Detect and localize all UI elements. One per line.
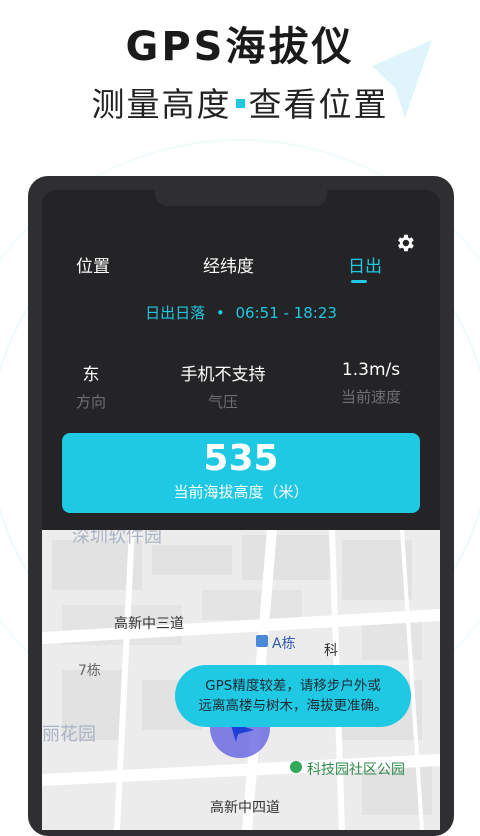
toast-line-2: 远离高楼与树木，海拔更准确。 bbox=[198, 698, 388, 714]
map-block-number: 7栋 bbox=[78, 663, 101, 679]
stat-direction: 东 方向 bbox=[42, 360, 156, 412]
speed-label: 当前速度 bbox=[340, 388, 401, 406]
stat-speed: 1.3m/s 当前速度 bbox=[306, 360, 436, 407]
speed-value: 1.3m/s bbox=[341, 360, 401, 380]
stat-pressure: 手机不支持 气压 bbox=[158, 360, 288, 412]
pressure-value: 手机不支持 bbox=[180, 365, 266, 385]
sunrise-sunset-row: 日出日落 • 06:51 - 18:23 bbox=[42, 302, 440, 323]
gear-icon[interactable] bbox=[394, 232, 416, 254]
gps-accuracy-toast: GPS精度较差，请移步户外或 远离高楼与树木，海拔更准确。 bbox=[175, 665, 411, 727]
tab-bar: 位置 经纬度 日出 bbox=[42, 252, 440, 282]
separator-dot bbox=[235, 99, 245, 108]
sunrise-sunset-label: 日出日落 bbox=[145, 304, 206, 322]
sunrise-sunset-times: 06:51 - 18:23 bbox=[235, 304, 337, 322]
pressure-label: 气压 bbox=[207, 393, 238, 411]
sunrise-separator: • bbox=[215, 304, 225, 322]
map-faded-label-garden: 丽花园 bbox=[42, 724, 96, 745]
map-road-label-3: 高新中三道 bbox=[114, 616, 184, 632]
direction-label: 方向 bbox=[75, 393, 106, 411]
tab-coordinates[interactable]: 经纬度 bbox=[203, 252, 254, 277]
promo-subline-left: 测量高度 bbox=[91, 85, 232, 124]
tab-sunrise[interactable]: 日出 bbox=[348, 252, 382, 277]
altitude-value: 535 bbox=[203, 438, 279, 479]
map-poi-park[interactable]: 科技园社区公园 bbox=[307, 759, 405, 779]
app-screen: 位置 经纬度 日出 日出日落 • 06:51 - 18:23 东 方向 手机不支… bbox=[42, 190, 440, 830]
map-poi-building[interactable]: A栋 bbox=[272, 633, 296, 653]
promo-subline-right: 查看位置 bbox=[248, 85, 389, 124]
active-tab-indicator bbox=[351, 280, 367, 283]
direction-value: 东 bbox=[82, 365, 100, 385]
map-faded-label-top: 深圳软件园 bbox=[72, 530, 162, 547]
map-road-label-partial: 科 bbox=[324, 643, 338, 659]
promo-subline: 测量高度 查看位置 bbox=[0, 78, 480, 126]
map-road-label-4: 高新中四道 bbox=[210, 800, 280, 816]
phone-notch bbox=[155, 190, 327, 206]
promo-headline: GPS海拔仪 bbox=[125, 24, 355, 70]
toast-line-1: GPS精度较差，请移步户外或 bbox=[205, 678, 381, 694]
altitude-label: 当前海拔高度（米） bbox=[173, 483, 309, 501]
tab-location[interactable]: 位置 bbox=[76, 252, 110, 277]
altitude-card: 535 当前海拔高度（米） bbox=[62, 433, 420, 513]
